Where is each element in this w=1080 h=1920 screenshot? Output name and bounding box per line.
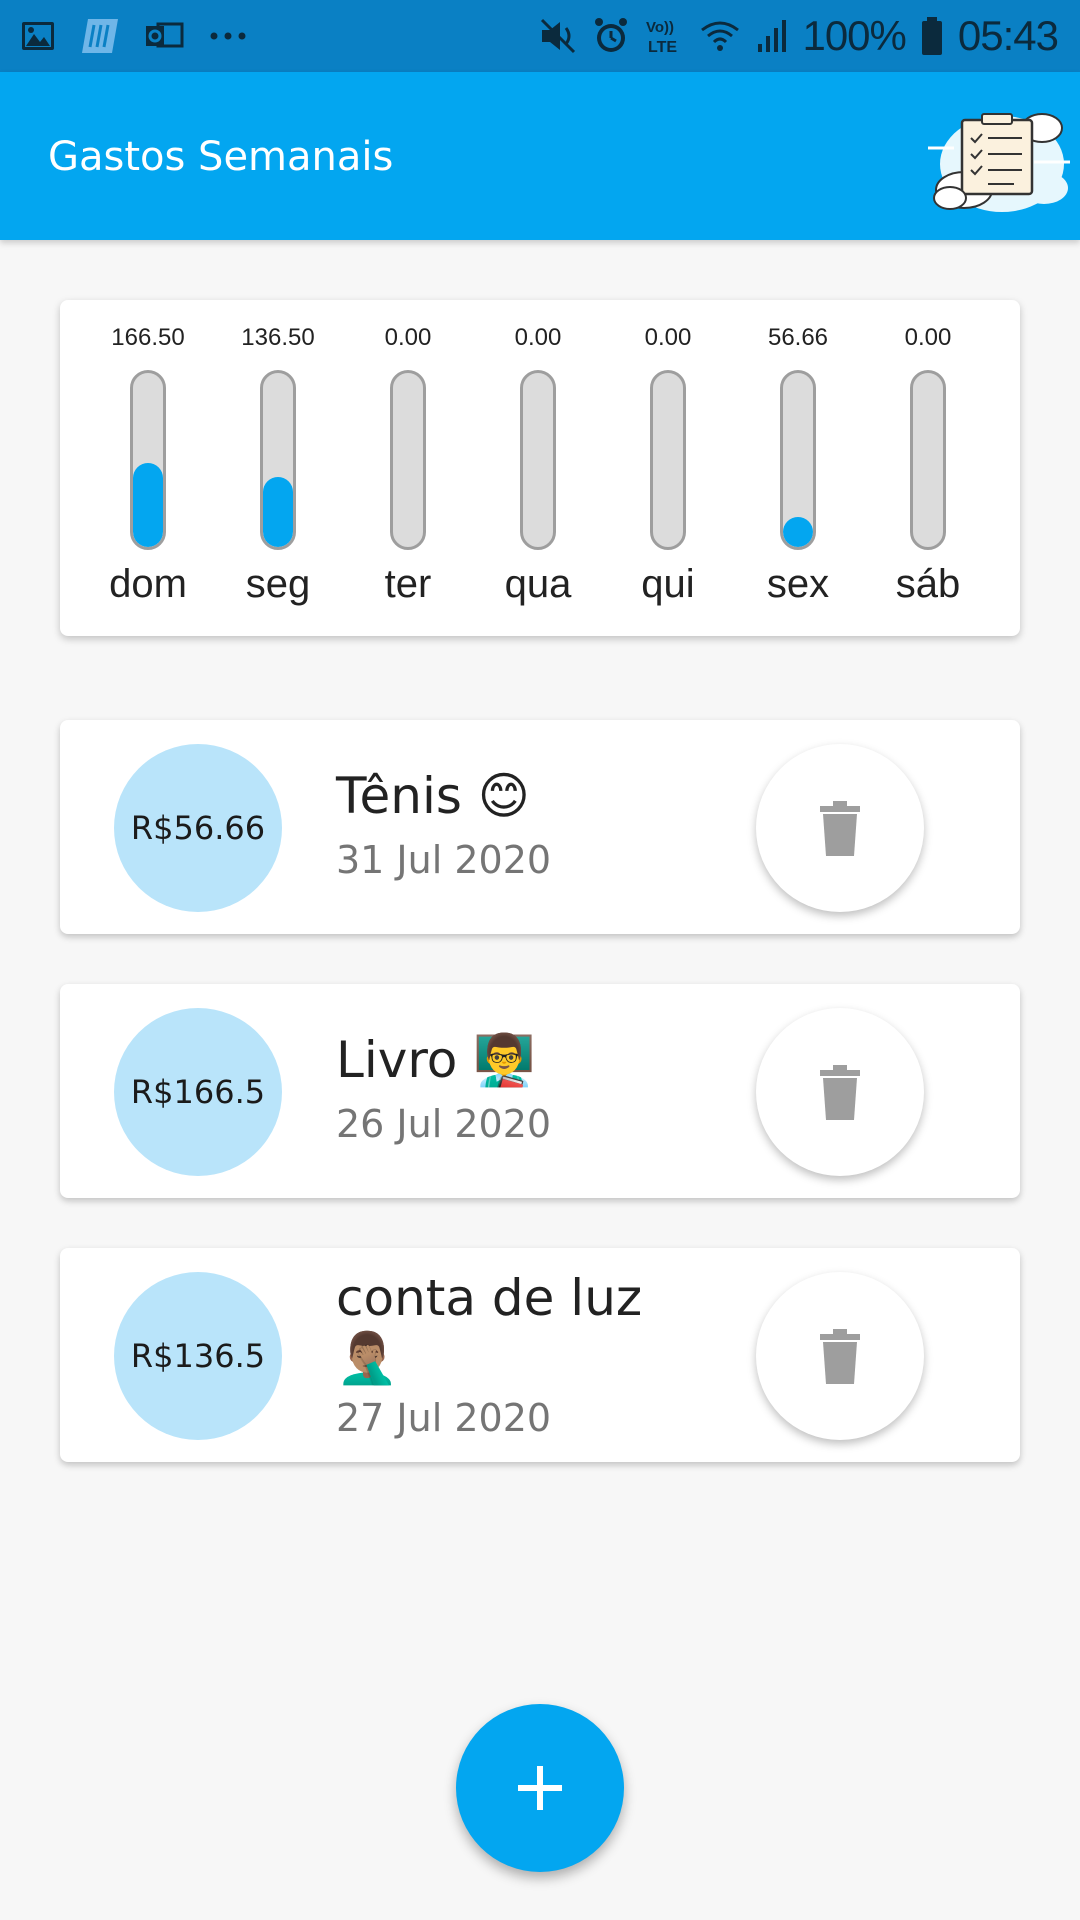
chart-track bbox=[650, 370, 686, 550]
status-bar-system: Vo)) LTE 100% 05:43 bbox=[538, 0, 1059, 72]
outlook-icon bbox=[144, 18, 184, 54]
volte-icon: Vo)) LTE bbox=[644, 16, 684, 56]
chart-track bbox=[390, 370, 426, 550]
chart-fill bbox=[133, 463, 163, 547]
chart-value: 166.50 bbox=[111, 324, 185, 351]
delete-button[interactable] bbox=[756, 1272, 924, 1440]
svg-text:LTE: LTE bbox=[648, 39, 677, 56]
chart-bar-qua: 0.00 qua bbox=[488, 300, 588, 636]
chart-fill bbox=[783, 517, 813, 547]
transaction-title: Livro 👨‍🏫 bbox=[336, 1031, 536, 1089]
chart-day-label: sex bbox=[766, 562, 830, 606]
alarm-icon bbox=[592, 16, 630, 56]
battery-percentage: 100% bbox=[802, 12, 906, 59]
chart-value: 56.66 bbox=[767, 324, 829, 351]
transaction-date: 31 Jul 2020 bbox=[336, 838, 552, 882]
add-icon bbox=[518, 1766, 562, 1810]
trash-icon bbox=[820, 1329, 860, 1384]
gallery-icon bbox=[20, 18, 56, 54]
trash-icon bbox=[820, 1065, 860, 1120]
status-bar: Vo)) LTE 100% 05:43 bbox=[0, 0, 1080, 72]
chart-track bbox=[910, 370, 946, 550]
add-expense-button[interactable] bbox=[456, 1704, 624, 1872]
transaction-date: 26 Jul 2020 bbox=[336, 1102, 552, 1146]
transaction-amount: R$136.5 bbox=[114, 1272, 282, 1440]
chart-bar-sex: 56.66 sex bbox=[748, 300, 848, 636]
battery-icon bbox=[920, 16, 944, 56]
chart-track bbox=[130, 370, 166, 550]
signal-icon bbox=[756, 18, 788, 54]
chart-value: 136.50 bbox=[241, 324, 315, 351]
clock: 05:43 bbox=[957, 12, 1059, 59]
app-icon bbox=[80, 17, 120, 55]
chart-value: 0.00 bbox=[384, 324, 432, 351]
transaction-card: R$56.66 Tênis 😊 31 Jul 2020 bbox=[60, 720, 1020, 934]
transaction-title: Tênis 😊 bbox=[336, 767, 530, 825]
chart-day-label: qui bbox=[641, 562, 695, 606]
chart-value: 0.00 bbox=[644, 324, 692, 351]
transaction-title: conta de luz 🤦🏽‍♂️ bbox=[336, 1269, 643, 1387]
trash-icon bbox=[820, 801, 860, 856]
chart-value: 0.00 bbox=[514, 324, 562, 351]
chart-track bbox=[780, 370, 816, 550]
chart-track bbox=[520, 370, 556, 550]
weekly-chart-card: 166.50 dom 136.50 seg 0.00 ter 0.00 qua … bbox=[60, 300, 1020, 636]
transaction-card: R$166.5 Livro 👨‍🏫 26 Jul 2020 bbox=[60, 984, 1020, 1198]
checklist-cloud-icon bbox=[924, 92, 1074, 222]
svg-text:Vo)): Vo)) bbox=[646, 19, 674, 36]
transaction-card: R$136.5 conta de luz 🤦🏽‍♂️ 27 Jul 2020 bbox=[60, 1248, 1020, 1462]
chart-bar-seg: 136.50 seg bbox=[228, 300, 328, 636]
mute-icon bbox=[538, 16, 578, 56]
delete-button[interactable] bbox=[756, 744, 924, 912]
chart-day-label: seg bbox=[245, 562, 311, 606]
chart-bar-ter: 0.00 ter bbox=[358, 300, 458, 636]
transaction-date: 27 Jul 2020 bbox=[336, 1396, 552, 1440]
delete-button[interactable] bbox=[756, 1008, 924, 1176]
chart-value: 0.00 bbox=[904, 324, 952, 351]
transaction-amount: R$56.66 bbox=[114, 744, 282, 912]
chart-bar-qui: 0.00 qui bbox=[618, 300, 718, 636]
more-icon bbox=[208, 30, 248, 42]
chart-fill bbox=[263, 477, 293, 547]
chart-track bbox=[260, 370, 296, 550]
wifi-icon bbox=[698, 18, 742, 54]
chart-bar-dom: 166.50 dom bbox=[98, 300, 198, 636]
chart-day-label: sáb bbox=[895, 562, 961, 606]
chart-day-label: qua bbox=[504, 562, 572, 606]
chart-day-label: ter bbox=[384, 562, 432, 606]
status-bar-notifications bbox=[0, 17, 248, 55]
app-title: Gastos Semanais bbox=[48, 134, 394, 180]
app-bar: Gastos Semanais bbox=[0, 72, 1080, 240]
chart-day-label: dom bbox=[109, 562, 187, 606]
chart-bar-sab: 0.00 sáb bbox=[878, 300, 978, 636]
transaction-amount: R$166.5 bbox=[114, 1008, 282, 1176]
